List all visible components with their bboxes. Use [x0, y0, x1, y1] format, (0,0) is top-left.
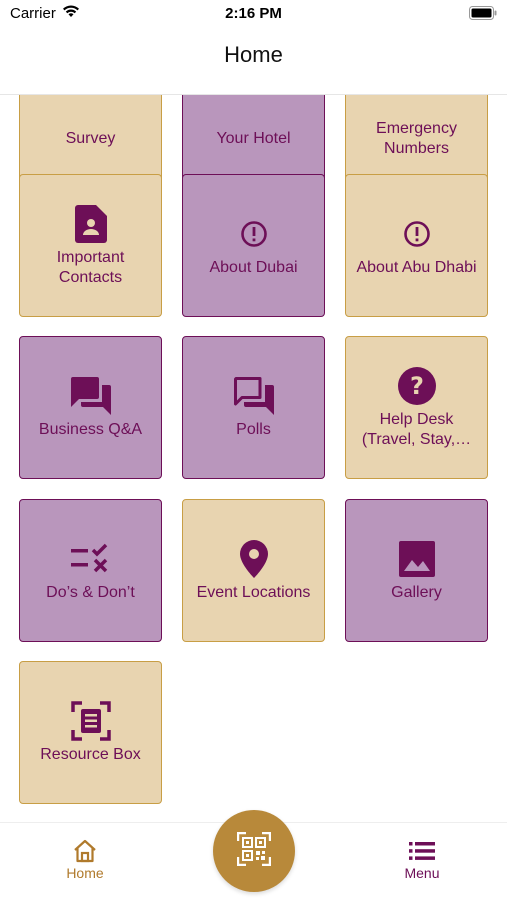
tile-gallery[interactable]: Gallery	[345, 499, 488, 642]
chat-bubbles-outline-icon	[233, 376, 274, 416]
svg-text:?: ?	[410, 372, 424, 400]
chat-bubbles-icon	[70, 376, 111, 416]
page-title: Home	[224, 42, 283, 67]
info-circle-icon	[403, 214, 431, 254]
tile-about-abu-dhabi[interactable]: About Abu Dhabi	[345, 174, 488, 317]
tile-scroll-area[interactable]: Survey Your Hotel Emergency Numbers Impo…	[0, 95, 507, 822]
tile-label: Your Hotel	[216, 129, 291, 147]
tile-polls[interactable]: Polls	[182, 336, 325, 479]
status-time: 2:16 PM	[225, 5, 282, 22]
contact-card-icon	[74, 204, 107, 244]
tile-dos-and-donts[interactable]: Do’s & Don’t	[19, 499, 162, 642]
battery-icon	[469, 6, 497, 24]
info-circle-icon	[240, 214, 268, 254]
tile-label: Help Desk (Travel, Stay,…	[361, 410, 472, 448]
tab-menu-label: Menu	[404, 865, 440, 881]
checklist-icon	[70, 539, 111, 579]
tile-business-qa[interactable]: Business Q&A	[19, 336, 162, 479]
tile-about-dubai[interactable]: About Dubai	[182, 174, 325, 317]
tile-label: About Dubai	[209, 258, 298, 276]
tile-label: About Abu Dhabi	[356, 258, 477, 276]
qr-scan-icon	[236, 831, 272, 871]
qr-scan-button[interactable]	[213, 810, 295, 892]
tile-label: Event Locations	[196, 583, 311, 601]
tile-label: Emergency Numbers	[376, 119, 457, 157]
tile-label: Resource Box	[40, 745, 141, 763]
list-menu-icon	[362, 837, 482, 865]
image-icon	[398, 539, 435, 579]
tile-label: Polls	[236, 420, 271, 438]
location-pin-icon	[239, 539, 268, 579]
navigation-bar: Home	[0, 28, 507, 95]
tile-label: Survey	[65, 129, 116, 147]
tile-label: Do’s & Don’t	[46, 583, 135, 601]
question-circle-icon: ?	[397, 366, 436, 406]
home-icon	[25, 837, 145, 865]
tile-event-locations[interactable]: Event Locations	[182, 499, 325, 642]
tile-label: Business Q&A	[38, 420, 143, 438]
tab-home-label: Home	[66, 865, 104, 881]
status-bar: Carrier 2:16 PM	[0, 0, 507, 28]
document-scan-icon	[70, 700, 111, 741]
tile-important-contacts[interactable]: Important Contacts	[19, 174, 162, 317]
tile-resource-box[interactable]: Resource Box	[19, 661, 162, 804]
tile-help-desk[interactable]: ? Help Desk (Travel, Stay,…	[345, 336, 488, 479]
tile-label: Gallery	[391, 583, 442, 601]
tile-label: Important Contacts	[56, 248, 125, 286]
tab-menu[interactable]: Menu	[362, 837, 482, 881]
tab-home[interactable]: Home	[25, 837, 145, 881]
